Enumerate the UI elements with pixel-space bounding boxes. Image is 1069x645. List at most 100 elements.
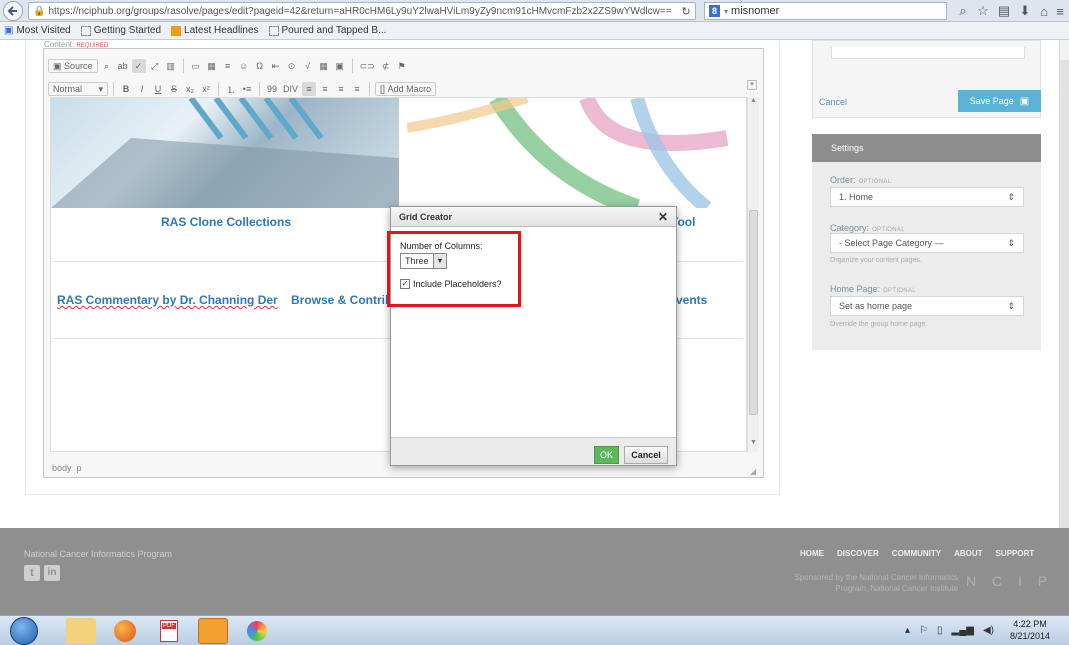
maximize-icon[interactable]: ⤢ [148,59,162,73]
url-text: https://nciphub.org/groups/rasolve/pages… [48,5,672,17]
browse-contribute-link[interactable]: Browse & Contribu [291,293,400,307]
ras-commentary-link[interactable]: RAS Commentary by Dr. Channing Der [57,293,278,307]
back-button[interactable] [3,1,23,21]
linkedin-icon[interactable]: in [44,565,60,581]
twitter-icon[interactable]: t [24,565,40,581]
rss-icon [171,25,182,36]
reload-icon[interactable]: ↻ [678,3,694,19]
page-icon [80,25,91,36]
format-select[interactable]: Normal ▾ [48,82,108,96]
search-field[interactable]: 8 ▾ misnomer [704,2,947,20]
grid-icon[interactable]: ▦ [317,59,331,73]
scroll-down-icon[interactable]: ▼ [748,439,759,446]
table-icon[interactable]: ▦ [205,59,219,73]
align-left-icon[interactable]: ≡ [302,82,317,96]
find-icon[interactable]: ⌕ [100,59,114,73]
add-macro-button[interactable]: [] Add Macro [375,82,437,96]
scroll-up-icon[interactable]: ▲ [748,97,759,104]
footer-nav-about[interactable]: ABOUT [954,549,982,558]
power-icon[interactable]: ▯ [937,625,943,636]
footer-nav: HOME DISCOVER COMMUNITY ABOUT SUPPORT [800,549,1034,558]
flag-icon[interactable]: ⚐ [919,625,928,636]
signal-icon[interactable]: ▂▄▆ [952,625,974,636]
spellcheck-icon[interactable]: ✓ [131,59,146,73]
resize-handle-icon[interactable]: ◢ [750,467,756,476]
align-center-icon[interactable]: ≡ [318,82,332,96]
subscript-icon[interactable]: x₂ [183,82,197,96]
math-icon[interactable]: √ [301,59,315,73]
editor-scrollbar[interactable]: ▲ ▼ [747,97,759,452]
hr-icon[interactable]: ≡ [221,59,235,73]
underline-icon[interactable]: U [151,82,165,96]
page-scroll-thumb[interactable] [1060,60,1069,600]
clock[interactable]: 4:22 PM 8/21/2014 [1010,618,1050,642]
source-button[interactable]: ▣ Source [48,59,98,73]
url-field[interactable]: 🔒 https://nciphub.org/groups/rasolve/pag… [28,2,696,20]
toolbar-collapse-icon[interactable]: ▾ [747,80,757,90]
bookmark-most-visited[interactable]: ▣ Most Visited [4,25,71,36]
download-icon[interactable]: ⬇ [1017,3,1033,19]
home-page-label: Home Page: OPTIONAL [830,284,916,294]
home-page-select[interactable]: Set as home page ⇕ [830,296,1024,316]
cancel-button[interactable]: Cancel [624,446,668,464]
scroll-thumb[interactable] [749,210,758,415]
dialog-titlebar[interactable]: Grid Creator ✕ [391,207,676,227]
bookmark-getting-started[interactable]: Getting Started [80,25,161,36]
menu-icon[interactable]: ≡ [1053,3,1067,19]
anchor-flag-icon[interactable]: ⚑ [395,59,409,73]
close-icon[interactable]: ✕ [658,210,668,224]
bookmark-star-icon[interactable]: ☆ [975,3,991,19]
outlook-icon[interactable] [198,618,228,644]
explorer-icon[interactable] [66,618,96,644]
columns-select[interactable]: Three ▼ [400,253,447,269]
bookmark-latest-headlines[interactable]: Latest Headlines [171,25,259,36]
save-page-button[interactable]: Save Page ▣ [958,90,1041,112]
ok-button[interactable]: OK [594,446,619,464]
footer-nav-home[interactable]: HOME [800,549,824,558]
home-icon[interactable]: ⌂ [1037,3,1051,19]
bookmarks-list-icon[interactable]: ▤ [996,3,1012,19]
strike-icon[interactable]: S [167,82,181,96]
link-icon[interactable]: ⊂⊃ [358,59,377,73]
start-button[interactable] [10,617,38,645]
blockquote-icon[interactable]: 99 [265,82,279,96]
footer-nav-discover[interactable]: DISCOVER [837,549,879,558]
footer-nav-community[interactable]: COMMUNITY [892,549,941,558]
bookmark-poured-tapped[interactable]: Poured and Tapped B... [268,25,386,36]
div-icon[interactable]: DIV [281,82,300,96]
template-icon[interactable]: ▣ [333,59,347,73]
footer-nav-support[interactable]: SUPPORT [996,549,1035,558]
page-break-icon[interactable]: ⇤ [269,59,283,73]
italic-icon[interactable]: I [135,82,149,96]
iframe-icon[interactable]: ⊙ [285,59,299,73]
show-blocks-icon[interactable]: ▥ [164,59,178,73]
special-char-icon[interactable]: Ω [253,59,267,73]
justify-icon[interactable]: ≡ [350,82,364,96]
bold-icon[interactable]: B [119,82,133,96]
search-icon[interactable]: ⌕ [955,3,971,19]
category-select[interactable]: - Select Page Category — ⇕ [830,233,1024,253]
grid-creator-dialog: Grid Creator ✕ Number of Columns: Three … [387,206,677,466]
smiley-icon[interactable]: ☺ [237,59,251,73]
firefox-icon[interactable] [110,618,140,644]
align-right-icon[interactable]: ≡ [334,82,348,96]
image-icon[interactable]: ▭ [189,59,203,73]
paint-icon[interactable] [242,618,272,644]
placeholders-checkbox[interactable]: ✓ [400,279,410,289]
tray-up-icon[interactable]: ▴ [905,625,910,636]
ras-clone-collections-link[interactable]: RAS Clone Collections [161,215,291,229]
numbered-list-icon[interactable]: ⒈ [224,82,238,96]
order-select[interactable]: 1. Home ⇕ [830,187,1024,207]
circos-plot-illustration [406,98,729,217]
pdf-icon[interactable]: PDF [154,618,184,644]
page-select-stub [831,47,1025,59]
settings-panel: Settings Order: OPTIONAL 1. Home ⇕ Catego… [812,134,1041,350]
chevron-down-icon: ▾ [98,83,103,94]
replace-icon[interactable]: ab [116,59,130,73]
unlink-icon[interactable]: ⊄ [379,59,393,73]
superscript-icon[interactable]: x² [199,82,213,96]
bullet-list-icon[interactable]: •≡ [240,82,254,96]
cancel-link[interactable]: Cancel [819,97,847,107]
events-link[interactable]: vents [676,293,707,307]
volume-icon[interactable]: ◀) [983,625,994,636]
